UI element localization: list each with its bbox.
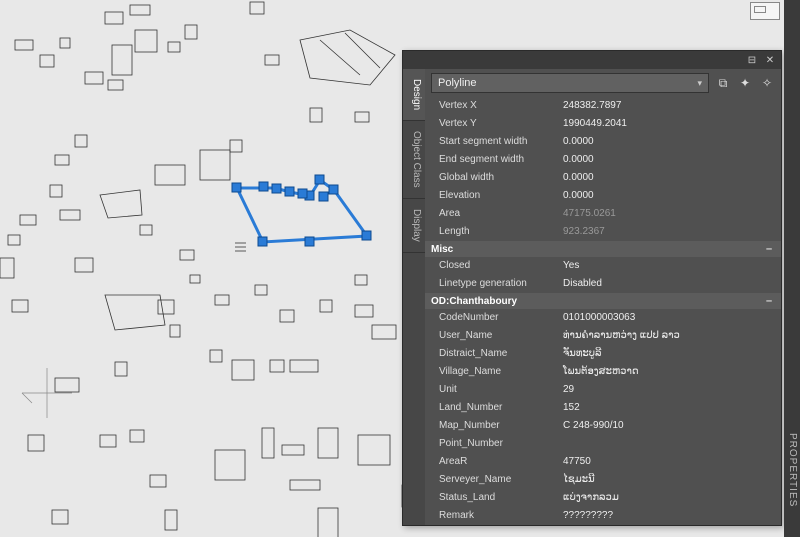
prop-value[interactable]: 248382.7897 <box>559 98 781 114</box>
prop-value[interactable]: 152 <box>559 400 781 416</box>
prop-value[interactable]: ໂພນຕ້ອງສະຫວາດ <box>559 364 781 380</box>
prop-row: Unit29 <box>425 381 781 399</box>
prop-value[interactable]: 0.0000 <box>559 134 781 150</box>
tab-design[interactable]: Design <box>403 69 425 121</box>
properties-panel: ⊟ ✕ Design Object Class Display Polyline… <box>402 50 782 526</box>
prop-value[interactable]: 0.0000 <box>559 152 781 168</box>
prop-value[interactable]: ໄຊມະນີ <box>559 472 781 488</box>
prop-row: Vertex X248382.7897 <box>425 97 781 115</box>
background-shapes <box>0 2 442 537</box>
section-header-od[interactable]: OD:Chanthaboury – <box>425 293 781 309</box>
prop-value[interactable]: ????????? <box>559 508 781 524</box>
prop-value[interactable]: 1990449.2041 <box>559 116 781 132</box>
prop-value[interactable]: ຈັນທະບູລີ <box>559 346 781 362</box>
prop-row: Land_Number152 <box>425 399 781 417</box>
prop-row: User_Nameທ່ານຄຳລານຫວ່າງ ແປປ ລາວ <box>425 327 781 345</box>
tab-object-class[interactable]: Object Class <box>403 121 425 199</box>
prop-row: Point_Number <box>425 435 781 453</box>
object-type-label: Polyline <box>438 77 477 89</box>
selected-polyline[interactable] <box>232 175 371 246</box>
prop-row: Map_NumberC 248-990/10 <box>425 417 781 435</box>
prop-value: 923.2367 <box>559 224 781 240</box>
section-header-misc[interactable]: Misc – <box>425 241 781 257</box>
prop-row: Start segment width0.0000 <box>425 133 781 151</box>
prop-row: Elevation0.0000 <box>425 187 781 205</box>
crosshair-cursor <box>22 368 72 418</box>
prop-value[interactable]: 29 <box>559 382 781 398</box>
prop-row: CodeNumber0101000003063 <box>425 309 781 327</box>
properties-dock-label: PROPERTIES <box>787 433 798 507</box>
collapse-icon: – <box>763 295 775 307</box>
prop-row: Distraict_Nameຈັນທະບູລີ <box>425 345 781 363</box>
prop-row: Vertex Y1990449.2041 <box>425 115 781 133</box>
close-icon[interactable]: ✕ <box>763 53 777 67</box>
hatch <box>235 243 246 251</box>
prop-value[interactable]: Yes <box>559 258 781 274</box>
prop-row: Remark????????? <box>425 507 781 525</box>
prop-row: End segment width0.0000 <box>425 151 781 169</box>
prop-row: Global width0.0000 <box>425 169 781 187</box>
object-type-selector[interactable]: Polyline ▾ <box>431 73 709 93</box>
prop-value[interactable]: 0.0000 <box>559 188 781 204</box>
tab-display[interactable]: Display <box>403 199 425 253</box>
prop-value[interactable]: C 248-990/10 <box>559 418 781 434</box>
properties-dock-bar[interactable]: PROPERTIES <box>784 0 800 537</box>
side-tabs: Design Object Class Display <box>403 69 425 525</box>
mini-toolbar[interactable] <box>750 2 780 20</box>
prop-value[interactable]: Disabled <box>559 276 781 292</box>
prop-value[interactable]: ທ່ານຄຳລານຫວ່າງ ແປປ ລາວ <box>559 328 781 344</box>
prop-row: Linetype generationDisabled <box>425 275 781 293</box>
chevron-down-icon: ▾ <box>697 78 702 89</box>
collapse-icon: – <box>763 243 775 255</box>
prop-row: Length923.2367 <box>425 223 781 241</box>
properties-list: Vertex X248382.7897 Vertex Y1990449.2041… <box>425 97 781 525</box>
prop-row: Area47175.0261 <box>425 205 781 223</box>
prop-value[interactable]: 47750 <box>559 454 781 470</box>
prop-value: 47175.0261 <box>559 206 781 222</box>
prop-row: AreaR47750 <box>425 453 781 471</box>
prop-row: Serveyer_Nameໄຊມະນີ <box>425 471 781 489</box>
prop-value[interactable] <box>559 436 781 452</box>
prop-value[interactable]: ແບ່ງຈາກລວມ <box>559 490 781 506</box>
prop-row: ClosedYes <box>425 257 781 275</box>
prop-row: Status_Landແບ່ງຈາກລວມ <box>425 489 781 507</box>
pin-icon[interactable]: ⊟ <box>745 53 759 67</box>
prop-value[interactable]: 0101000003063 <box>559 310 781 326</box>
panel-titlebar[interactable]: ⊟ ✕ <box>403 51 781 69</box>
quick-select-icon[interactable]: ⧉ <box>715 75 731 91</box>
prop-value[interactable]: 0.0000 <box>559 170 781 186</box>
prop-row: Village_Nameໂພນຕ້ອງສະຫວາດ <box>425 363 781 381</box>
quick-calc-icon[interactable]: ✧ <box>759 75 775 91</box>
add-selection-icon[interactable]: ✦ <box>737 75 753 91</box>
